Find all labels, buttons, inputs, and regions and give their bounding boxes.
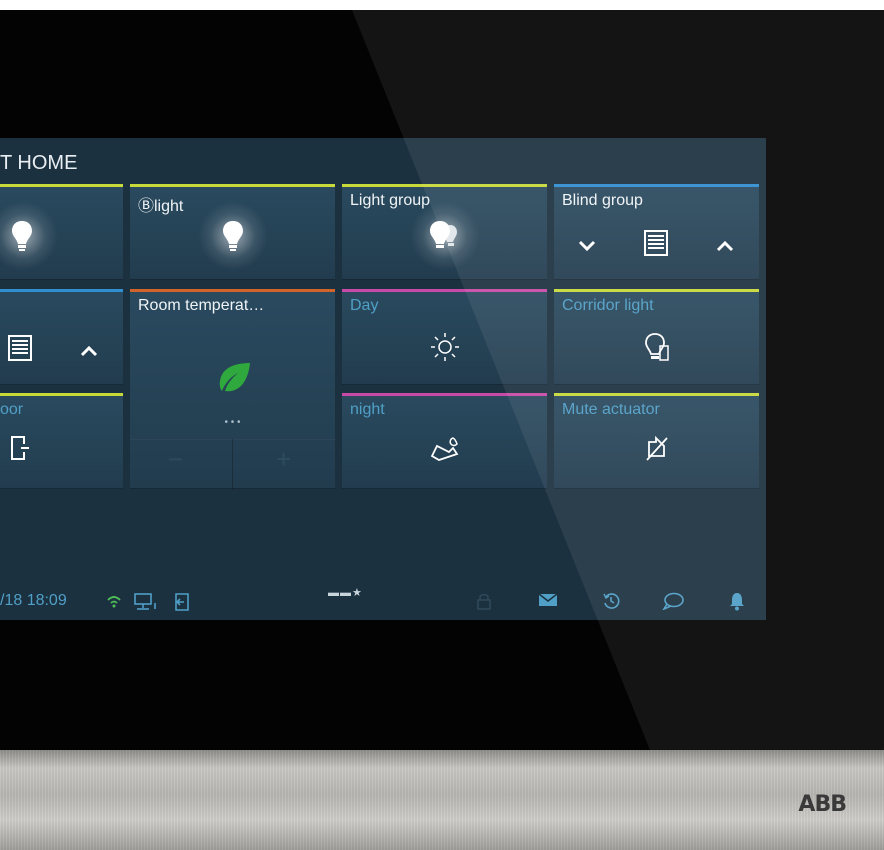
- network-icon: [134, 593, 156, 610]
- mute-icon: [645, 436, 668, 461]
- bell-icon[interactable]: [729, 591, 745, 611]
- chevron-up-icon[interactable]: [80, 345, 98, 357]
- corridor-light-icon: [644, 333, 669, 361]
- tile-light-group[interactable]: Light group: [342, 184, 547, 280]
- tile-label: Blind group: [562, 192, 643, 209]
- tile-label: Room temperat…: [138, 297, 265, 314]
- tile-blind-group[interactable]: Blind group: [554, 184, 759, 280]
- tile-light-1[interactable]: [0, 184, 123, 280]
- decrease-button[interactable]: −: [168, 444, 183, 475]
- tile-label: night: [350, 401, 385, 418]
- mail-icon[interactable]: [538, 593, 558, 607]
- bulbs-icon: [429, 221, 457, 248]
- steel-frame: ABB: [0, 750, 884, 850]
- touch-screen: T HOME Ⓑlight Light group Blind group Ro…: [0, 138, 766, 620]
- tile-label: Day: [350, 297, 379, 314]
- abb-logo: ABB: [798, 792, 847, 817]
- leaf-icon: [219, 363, 250, 392]
- page-indicator[interactable]: ▬▬★: [328, 586, 363, 599]
- blind-icon: [8, 335, 32, 361]
- chat-icon[interactable]: [662, 592, 684, 610]
- tile-label: Light group: [350, 192, 431, 209]
- tile-day[interactable]: Day: [342, 289, 547, 385]
- tile-label: Corridor light: [562, 297, 654, 314]
- bulb-icon: [12, 221, 32, 251]
- tile-label: Mute actuator: [562, 401, 660, 418]
- history-icon[interactable]: [602, 592, 620, 610]
- tile-room-temperature[interactable]: Room temperat… • • • − +: [130, 289, 335, 489]
- date-time: /18 18:09: [0, 592, 67, 609]
- tile-mute-actuator[interactable]: Mute actuator: [554, 393, 759, 489]
- bulb-icon: [222, 221, 243, 251]
- moon-bed-icon: [430, 437, 458, 461]
- tile-corridor-light[interactable]: Corridor light: [554, 289, 759, 385]
- pager-dots: • • •: [224, 417, 241, 428]
- blind-icon: [644, 230, 668, 256]
- increase-button[interactable]: +: [276, 444, 291, 475]
- tile-night[interactable]: night: [342, 393, 547, 489]
- tile-door[interactable]: oor: [0, 393, 123, 489]
- exit-icon[interactable]: [173, 592, 191, 612]
- status-bar: /18 18:09 ▬▬★: [0, 578, 766, 618]
- chevron-down-icon[interactable]: [578, 240, 596, 252]
- tile-blind-1[interactable]: [0, 289, 123, 385]
- sun-icon: [430, 333, 459, 361]
- page-title: T HOME: [0, 152, 78, 174]
- tile-b-light[interactable]: Ⓑlight: [130, 184, 335, 280]
- door-icon: [11, 436, 29, 460]
- lock-icon[interactable]: [477, 592, 491, 610]
- tile-label: Ⓑlight: [138, 198, 184, 215]
- tile-label: oor: [0, 401, 24, 418]
- wifi-icon: [107, 596, 121, 608]
- panel-device: T HOME Ⓑlight Light group Blind group Ro…: [0, 10, 884, 750]
- chevron-up-icon[interactable]: [716, 240, 734, 252]
